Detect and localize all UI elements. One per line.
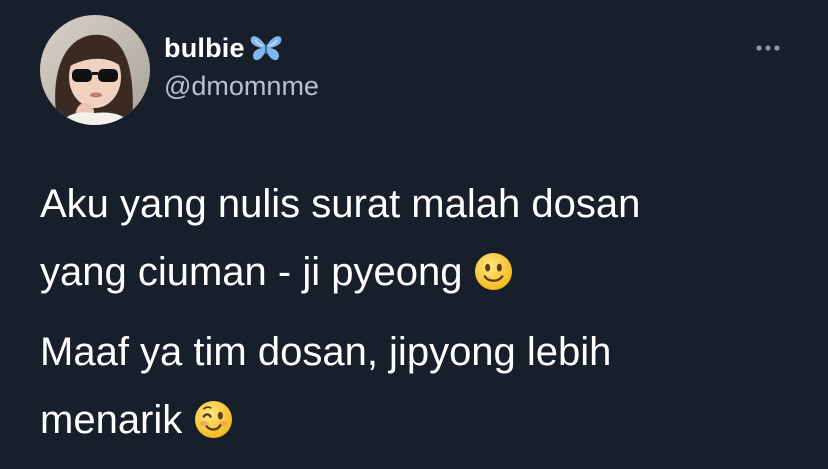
tweet-line: Aku yang nulis surat malah dosan: [40, 182, 641, 226]
avatar[interactable]: [40, 15, 150, 125]
slightly-smiling-face-icon: [474, 244, 513, 291]
tweet: bulbie @dmomnme Aku yang nulis surat mal…: [0, 0, 828, 469]
tweet-paragraph: Aku yang nulis surat malah dosan yang ci…: [40, 170, 780, 306]
butterfly-icon: [249, 34, 283, 62]
more-options-icon[interactable]: [754, 38, 786, 58]
tweet-line: yang ciuman - ji pyeong: [40, 250, 463, 294]
tweet-text: Aku yang nulis surat malah dosan yang ci…: [40, 170, 780, 454]
author-info: bulbie @dmomnme: [164, 30, 319, 102]
display-name[interactable]: bulbie: [164, 33, 245, 64]
handle[interactable]: @dmomnme: [164, 71, 319, 102]
tweet-paragraph: Maaf ya tim dosan, jipyong lebih menarik: [40, 318, 780, 454]
display-name-row: bulbie: [164, 30, 319, 66]
winking-face-icon: [194, 392, 233, 439]
tweet-line: Maaf ya tim dosan, jipyong lebih: [40, 330, 612, 374]
tweet-line: menarik: [40, 398, 183, 442]
